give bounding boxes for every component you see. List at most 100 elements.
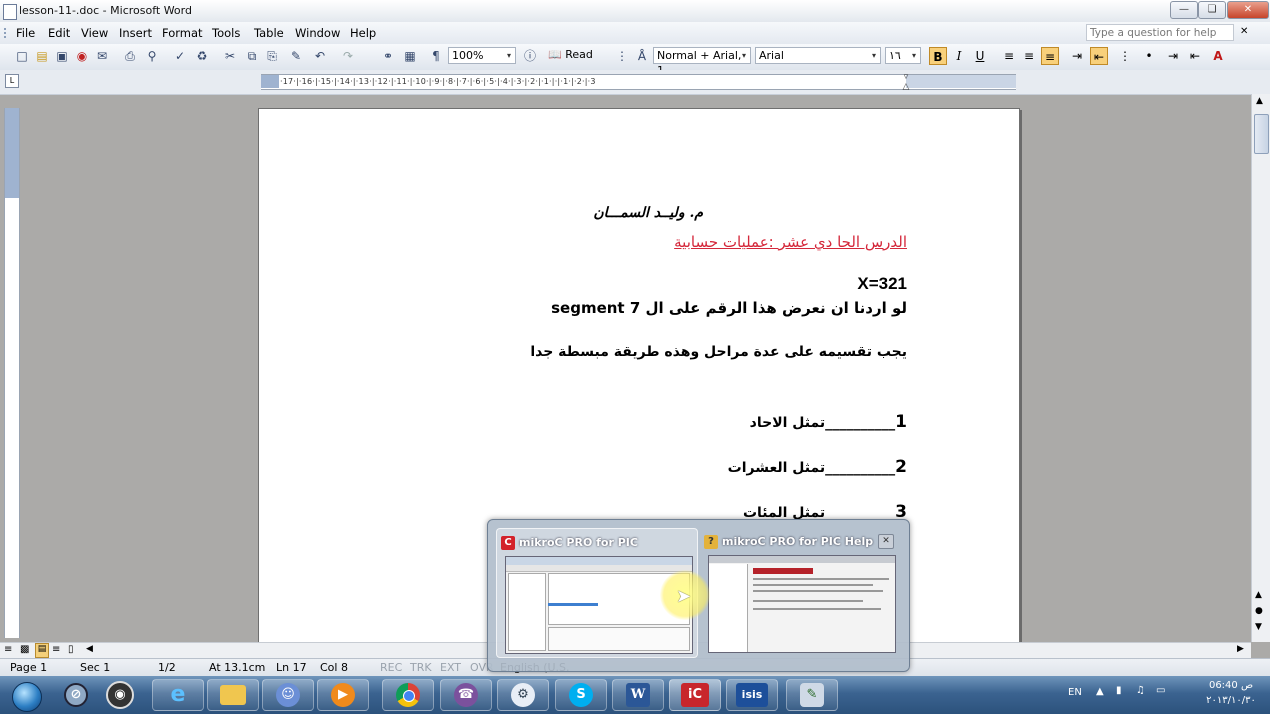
taskbar-mikroc[interactable]: iC (669, 679, 721, 711)
media-player-icon: ▶ (331, 683, 355, 707)
numbering-icon[interactable]: ⋮ (1116, 47, 1134, 65)
thumbnail-mikroc-help[interactable]: ? mikroC PRO for PIC Help ✕ (700, 528, 900, 656)
font-combo[interactable]: Arial ▾ (755, 47, 881, 64)
print-icon[interactable]: ⎙ (122, 48, 138, 64)
save-icon[interactable]: ▣ (54, 48, 70, 64)
browse-object-icon[interactable]: ● (1255, 606, 1263, 616)
clock-date[interactable]: ٢٠١٣/١٠/٣٠ (1198, 695, 1264, 706)
toolbar-separator-handle[interactable]: ⋮ (614, 48, 630, 64)
taskbar-media-player[interactable]: ▶ (317, 679, 369, 711)
indent-icon[interactable]: ⇥ (1164, 47, 1182, 65)
copy-icon[interactable]: ⧉ (244, 48, 260, 64)
italic-button[interactable]: I (950, 47, 968, 65)
outdent-icon[interactable]: ⇤ (1186, 47, 1204, 65)
menu-format[interactable]: Format (162, 26, 203, 40)
taskbar-isis[interactable]: isis (726, 679, 778, 711)
list-item: 2__________تمثل العشرات (728, 457, 907, 477)
outline-view-icon[interactable]: ≡ (52, 644, 60, 655)
permission-icon[interactable]: ◉ (74, 48, 90, 64)
language-indicator[interactable]: EN (1068, 687, 1082, 698)
vertical-ruler[interactable] (4, 108, 20, 638)
taskbar-skype[interactable]: S (555, 679, 607, 711)
menu-file[interactable]: File (16, 26, 35, 40)
scroll-up-icon[interactable]: ▲ (1256, 96, 1263, 106)
ltr-icon[interactable]: ⇥ (1068, 47, 1086, 65)
bullets-icon[interactable]: • (1140, 47, 1158, 65)
maximize-button[interactable]: ❏ (1198, 1, 1226, 19)
align-right-icon[interactable]: ≡ (1041, 47, 1059, 65)
tab-selector-icon[interactable]: L (5, 74, 19, 88)
taskbar-tool[interactable]: ✎ (786, 679, 838, 711)
reading-view-icon[interactable]: ▯ (68, 644, 74, 655)
spelling-icon[interactable]: ✓ (172, 48, 188, 64)
taskbar-viber[interactable]: ☎ (440, 679, 492, 711)
menu-edit[interactable]: Edit (48, 26, 70, 40)
status-trk[interactable]: TRK (410, 661, 432, 674)
close-button[interactable]: ✕ (1227, 1, 1269, 19)
signal-icon[interactable]: ▮ (1116, 685, 1122, 696)
show-hidden-icons[interactable]: ▲ (1096, 686, 1104, 697)
email-icon[interactable]: ✉ (94, 48, 110, 64)
help-close-icon[interactable]: ✕ (1240, 26, 1248, 37)
menu-insert[interactable]: Insert (119, 26, 152, 40)
scroll-right-icon[interactable]: ▶ (1237, 644, 1244, 654)
indent-marker-icon[interactable]: ▿ △ (901, 72, 911, 92)
taskbar-explorer[interactable] (207, 679, 259, 711)
zoom-combo[interactable]: 100% ▾ (448, 47, 516, 64)
menu-tools[interactable]: Tools (212, 26, 240, 40)
taskbar-word[interactable]: W (612, 679, 664, 711)
taskbar-ie[interactable]: e (152, 679, 204, 711)
hyperlink-icon[interactable]: ⚭ (380, 48, 396, 64)
menu-help[interactable]: Help (350, 26, 376, 40)
underline-button[interactable]: U (971, 47, 989, 65)
styles-icon[interactable]: Å (634, 48, 650, 64)
align-left-icon[interactable]: ≡ (1000, 47, 1018, 65)
start-button[interactable] (6, 680, 46, 712)
thumbnail-close-icon[interactable]: ✕ (878, 534, 894, 549)
help-search-input[interactable]: Type a question for help (1086, 24, 1234, 41)
undo-icon[interactable]: ↶ (312, 48, 328, 64)
status-rec[interactable]: REC (380, 661, 402, 674)
app-launcher-icon[interactable]: ⊘ (56, 679, 96, 711)
rtl-icon[interactable]: ⇤ (1090, 47, 1108, 65)
paste-icon[interactable]: ⎘ (264, 48, 280, 64)
taskbar-game[interactable]: ☺ (262, 679, 314, 711)
status-ext[interactable]: EXT (440, 661, 461, 674)
menu-table[interactable]: Table (254, 26, 284, 40)
prev-page-icon[interactable]: ▲ (1255, 590, 1262, 600)
next-page-icon[interactable]: ▼ (1255, 622, 1262, 632)
network-tray-icon[interactable]: ▭ (1156, 685, 1165, 696)
print-layout-icon[interactable]: ▤ (35, 643, 49, 658)
format-painter-icon[interactable]: ✎ (288, 48, 304, 64)
show-formatting-icon[interactable]: ¶ (428, 48, 444, 64)
align-center-icon[interactable]: ≡ (1020, 47, 1038, 65)
isis-icon-label: isis (741, 688, 763, 701)
camera-icon[interactable]: ◉ (100, 679, 140, 711)
taskbar-network[interactable]: ⚙ (497, 679, 549, 711)
normal-view-icon[interactable]: ≡ (4, 644, 12, 655)
menu-view[interactable]: View (81, 26, 108, 40)
redo-icon[interactable]: ↷ (340, 48, 356, 64)
minimize-button[interactable]: — (1170, 1, 1198, 19)
volume-icon[interactable]: ♫ (1136, 685, 1145, 696)
menu-window[interactable]: Window (295, 26, 340, 40)
web-view-icon[interactable]: ▩ (20, 644, 29, 655)
clock-time[interactable]: 06:40 ص (1198, 680, 1264, 691)
taskbar-chrome[interactable] (382, 679, 434, 711)
cut-icon[interactable]: ✂ (222, 48, 238, 64)
tables-icon[interactable]: ▦ (402, 48, 418, 64)
scroll-thumb[interactable] (1254, 114, 1269, 154)
open-folder-icon[interactable]: ▤ (34, 48, 50, 64)
vertical-scrollbar[interactable]: ▲ ▲ ● ▼ (1251, 94, 1270, 642)
print-preview-icon[interactable]: ⚲ (144, 48, 160, 64)
bold-button[interactable]: B (929, 47, 947, 65)
read-button[interactable]: 📖 Read (548, 48, 593, 61)
help-icon[interactable]: ⓘ (522, 48, 538, 64)
research-icon[interactable]: ♻ (194, 48, 210, 64)
new-doc-icon[interactable]: □ (14, 48, 30, 64)
font-size-combo[interactable]: ١٦ ▾ (885, 47, 921, 64)
font-color-icon[interactable]: A (1209, 47, 1227, 65)
isis-icon: isis (736, 683, 768, 707)
scroll-left-icon[interactable]: ◀ (86, 644, 93, 654)
style-combo[interactable]: Normal + Arial, 1▾ (653, 47, 751, 77)
